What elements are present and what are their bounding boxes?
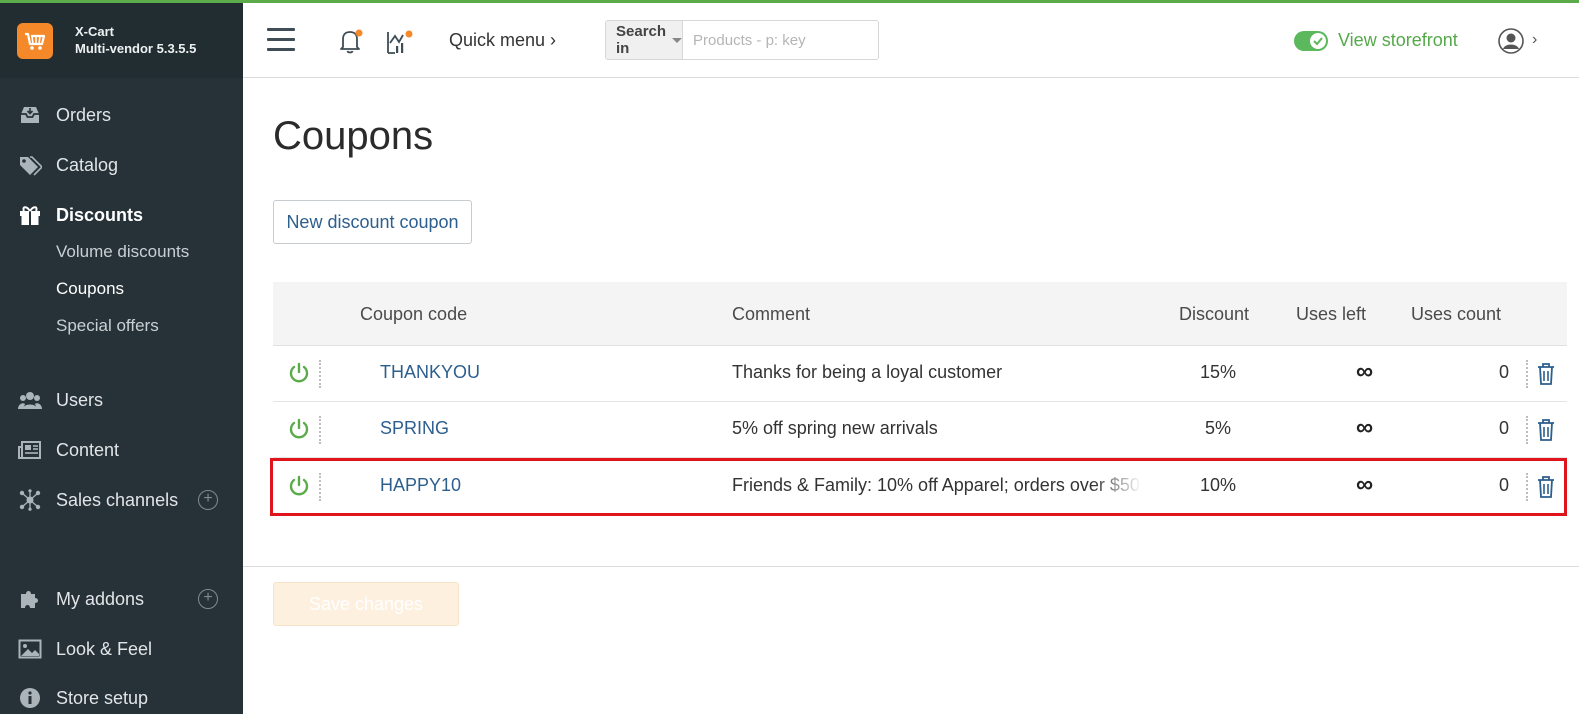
coupon-discount: 5% [1204, 418, 1231, 438]
sidebar-item-my-addons[interactable]: My addons + [0, 579, 243, 619]
check-icon [1313, 37, 1323, 46]
sidebar-item-label: Discounts [56, 204, 144, 225]
tags-icon [20, 156, 42, 176]
save-changes-button[interactable]: Save changes [273, 582, 459, 626]
coupon-uses-left: ∞ [1356, 358, 1374, 385]
coupon-code-link[interactable]: THANKYOU [380, 362, 480, 383]
coupon-comment: 5% off spring new arrivals [732, 418, 938, 438]
network-icon [19, 489, 41, 511]
coupon-uses-left: ∞ [1356, 414, 1374, 441]
view-storefront-link[interactable]: View storefront [1338, 30, 1458, 51]
row-separator [1526, 360, 1528, 388]
search-input[interactable] [683, 21, 878, 59]
toggle-knob [1310, 33, 1326, 49]
user-avatar-icon[interactable] [1498, 28, 1524, 54]
new-discount-coupon-button[interactable]: New discount coupon [273, 200, 472, 244]
drag-handle[interactable] [319, 360, 321, 388]
sidebar-item-label: Sales channels [56, 489, 179, 510]
selected-row-highlight [270, 458, 1567, 516]
footer-divider [243, 566, 1579, 567]
table-header: Coupon code Comment Discount Uses left U… [273, 282, 1567, 346]
newspaper-icon [18, 441, 41, 459]
column-header-uses-count: Uses count [1411, 304, 1502, 324]
gift-icon [20, 206, 40, 225]
coupon-uses-count: 0 [1498, 362, 1509, 382]
sidebar-subitem-special-offers[interactable]: Special offers [56, 316, 159, 336]
xcart-logo-icon [17, 23, 53, 59]
coupon-comment: Thanks for being a loyal customer [732, 362, 1003, 382]
sidebar-item-label: My addons [56, 588, 145, 609]
trash-icon[interactable] [1536, 418, 1556, 442]
column-header-discount: Discount [1179, 304, 1250, 324]
table-row: SPRING 5% off spring new arrivals 5% ∞ 0 [273, 402, 1567, 458]
chevron-down-icon [672, 37, 683, 43]
quick-menu-button[interactable]: Quick menu › [449, 30, 556, 51]
sidebar-item-discounts[interactable]: Discounts [0, 195, 243, 235]
analytics-chart-icon[interactable] [385, 27, 415, 55]
search-box: Search in [605, 20, 879, 60]
power-toggle-icon[interactable] [288, 362, 310, 384]
info-icon [20, 688, 40, 708]
power-toggle-icon[interactable] [288, 418, 310, 440]
sidebar-item-sales-channels[interactable]: Sales channels + [0, 480, 243, 520]
row-separator [1526, 416, 1528, 444]
inbox-icon [21, 107, 39, 123]
add-sales-channel-button[interactable]: + [198, 490, 218, 510]
notification-bell-icon[interactable] [336, 27, 364, 55]
image-icon [18, 639, 42, 659]
search-in-label: Search in [616, 23, 667, 57]
add-addon-button[interactable]: + [198, 589, 218, 609]
sidebar-item-label: Orders [56, 104, 112, 125]
column-header-uses-left: Uses left [1296, 304, 1367, 324]
top-header: Quick menu › Search in View storefront › [243, 3, 1579, 78]
table-row: THANKYOU Thanks for being a loyal custom… [273, 346, 1567, 402]
sidebar-item-users[interactable]: Users [0, 380, 243, 420]
sidebar-item-label: Look & Feel [56, 638, 153, 659]
sidebar-item-catalog[interactable]: Catalog [0, 145, 243, 185]
page-title: Coupons [273, 114, 434, 158]
puzzle-icon [21, 591, 38, 608]
sidebar-item-look-and-feel[interactable]: Look & Feel [0, 629, 243, 669]
account-chevron-icon[interactable]: › [1532, 31, 1537, 49]
sidebar-item-label: Content [56, 439, 120, 460]
sidebar-item-content[interactable]: Content [0, 430, 243, 470]
storefront-toggle[interactable] [1294, 31, 1328, 51]
sidebar: X-Cart Multi-vendor 5.3.5.5 Orders Catal… [0, 3, 243, 714]
users-icon [18, 392, 42, 409]
trash-icon[interactable] [1536, 362, 1556, 386]
coupon-code-link[interactable]: SPRING [380, 418, 449, 439]
coupon-uses-count: 0 [1498, 418, 1509, 438]
coupon-discount: 15% [1199, 362, 1237, 382]
sidebar-item-store-setup[interactable]: Store setup [0, 678, 243, 714]
brand-block[interactable]: X-Cart Multi-vendor 5.3.5.5 [0, 3, 243, 78]
sidebar-item-orders[interactable]: Orders [0, 95, 243, 135]
column-header-comment: Comment [732, 304, 811, 324]
search-in-dropdown[interactable]: Search in [606, 21, 684, 59]
drag-handle[interactable] [319, 416, 321, 444]
brand-version: Multi-vendor 5.3.5.5 [75, 41, 197, 56]
sidebar-item-label: Store setup [56, 687, 149, 708]
column-header-coupon-code[interactable]: Coupon code [360, 304, 467, 325]
hamburger-menu-icon[interactable] [267, 28, 295, 52]
brand-name: X-Cart [75, 24, 115, 39]
brand-text: X-Cart Multi-vendor 5.3.5.5 [75, 23, 196, 57]
sidebar-item-label: Catalog [56, 154, 119, 175]
sidebar-subitem-volume-discounts[interactable]: Volume discounts [56, 242, 189, 262]
sidebar-item-label: Users [56, 389, 104, 410]
sidebar-subitem-coupons[interactable]: Coupons [56, 279, 124, 299]
